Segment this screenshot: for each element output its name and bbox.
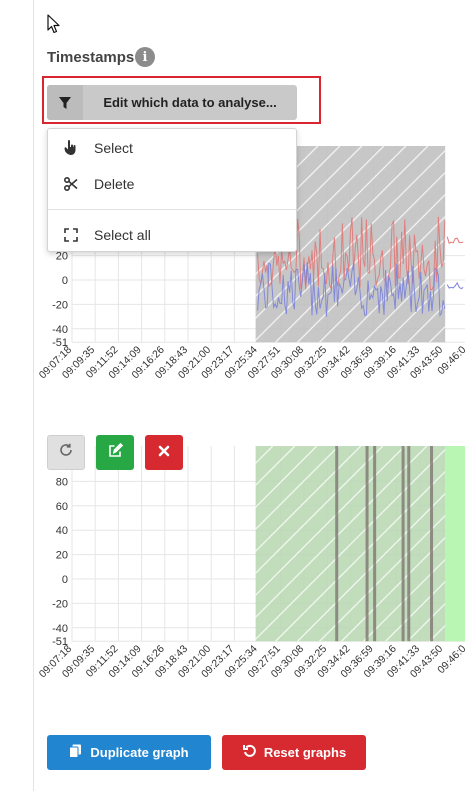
refresh-button[interactable] (47, 435, 85, 470)
scissors-icon (48, 177, 94, 191)
event-line (365, 446, 369, 642)
close-button[interactable] (145, 435, 183, 470)
hatch-line (255, 446, 274, 465)
duplicate-graph-label: Duplicate graph (90, 745, 189, 760)
y-tick-label: 40 (56, 525, 68, 537)
menu-item-label: Delete (94, 176, 135, 192)
reset-graphs-label: Reset graphs (263, 745, 347, 760)
series-red-tail (446, 236, 464, 245)
edit-icon (108, 442, 123, 463)
mouse-cursor-icon (47, 14, 61, 39)
y-tick-label: -20 (52, 299, 68, 311)
y-tick-label: -20 (52, 598, 68, 610)
y-tick-label: 60 (56, 501, 68, 513)
menu-item-label: Select all (94, 227, 151, 243)
menu-item-delete[interactable]: Delete (48, 169, 296, 199)
copy-icon (69, 744, 82, 761)
filter-icon (47, 85, 83, 120)
duplicate-graph-button[interactable]: Duplicate graph (47, 735, 211, 770)
y-tick-label: -40 (52, 623, 68, 635)
selection-bright-band (445, 446, 465, 642)
reset-graphs-button[interactable]: Reset graphs (222, 735, 366, 770)
chart-2: 80 60 40 20 0 -20 -40 -51 09:07:18 09:09:35 09:11:… (0, 426, 465, 731)
menu-divider (48, 209, 296, 210)
hatch-line (452, 146, 465, 342)
event-line (430, 446, 434, 642)
section-title: Timestamps (47, 49, 135, 66)
event-line (335, 446, 339, 642)
info-icon[interactable]: i (135, 47, 155, 67)
close-icon (158, 444, 170, 462)
event-line (401, 446, 405, 642)
event-line (407, 446, 411, 642)
y-tick-label: 0 (62, 574, 68, 586)
pointer-hand-icon (48, 140, 94, 156)
y-tick-label: 0 (62, 275, 68, 287)
edit-data-button[interactable]: Edit which data to analyse... (47, 85, 297, 120)
menu-item-select-all[interactable]: Select all (48, 220, 296, 250)
edit-dropdown-menu: Select Delete Select all (47, 128, 297, 252)
series-blue-tail (446, 281, 464, 290)
edit-button[interactable] (96, 435, 134, 470)
event-line (373, 446, 377, 642)
menu-item-label: Select (94, 140, 133, 156)
y-tick-label: 20 (56, 251, 68, 263)
y-tick-label: -40 (52, 324, 68, 336)
menu-item-select[interactable]: Select (48, 133, 296, 163)
hatch-line (56, 446, 251, 641)
y-tick-label: 20 (56, 550, 68, 562)
chart-2-svg[interactable]: 806040200-20-40-5109:07:1809:09:3509:11:… (0, 426, 465, 726)
expand-corners-icon (48, 228, 94, 242)
y-tick-label: 80 (56, 476, 68, 488)
refresh-icon (59, 443, 73, 462)
undo-icon (242, 744, 256, 761)
edit-data-label: Edit which data to analyse... (103, 95, 277, 110)
